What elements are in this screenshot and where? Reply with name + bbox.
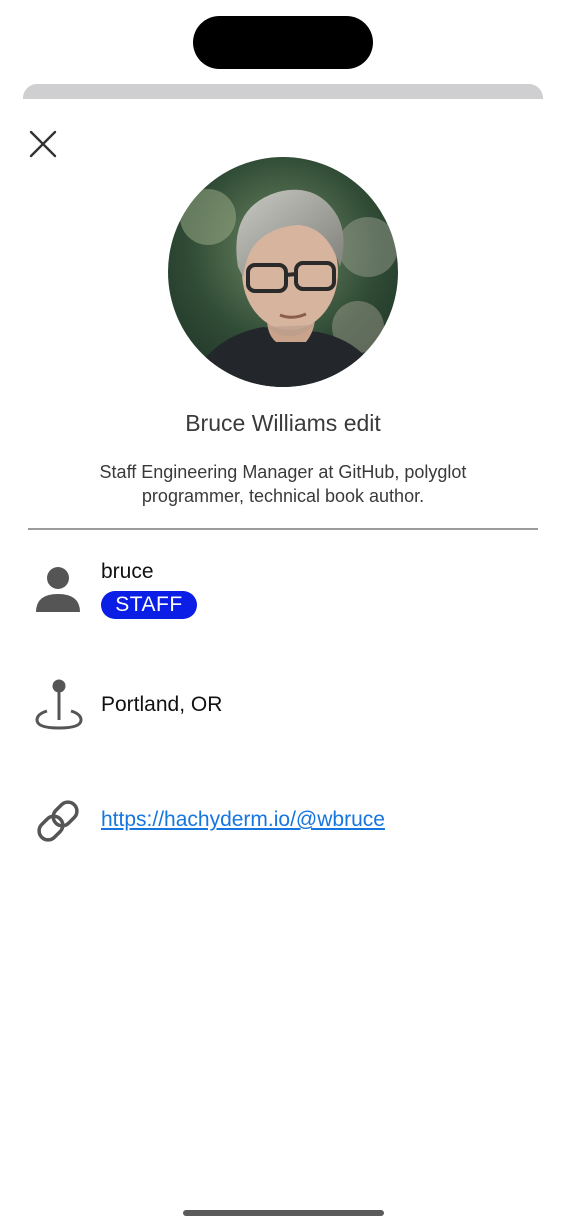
home-indicator[interactable] [183, 1210, 384, 1216]
website-link[interactable]: https://hachyderm.io/@wbruce [101, 808, 385, 832]
close-button[interactable] [26, 127, 60, 161]
dynamic-island [193, 16, 373, 69]
divider [28, 528, 538, 530]
avatar [168, 157, 398, 387]
map-pin-icon [33, 678, 85, 730]
close-icon [29, 130, 57, 158]
bio: Staff Engineering Manager at GitHub, pol… [99, 462, 467, 506]
link-icon [32, 795, 84, 847]
location-text: Portland, OR [101, 693, 223, 716]
staff-badge: STAFF [101, 591, 197, 619]
avatar-photo [168, 157, 398, 387]
edit-link[interactable]: edit [344, 410, 381, 436]
username: bruce [101, 560, 154, 583]
display-name: Bruce Williams [185, 410, 338, 436]
person-icon [32, 562, 84, 614]
display-name-row: Bruce Williams edit [0, 410, 566, 437]
